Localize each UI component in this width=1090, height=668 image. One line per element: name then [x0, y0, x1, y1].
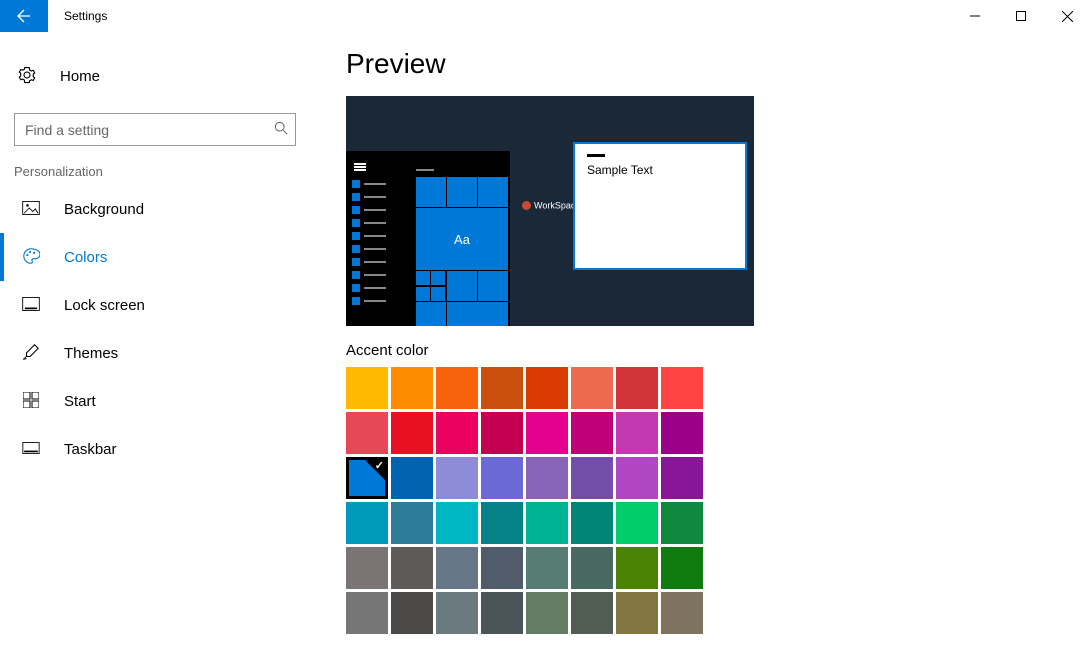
accent-swatch[interactable] — [391, 412, 433, 454]
search-box — [14, 113, 296, 146]
accent-swatch[interactable] — [526, 502, 568, 544]
close-button[interactable] — [1044, 0, 1090, 32]
accent-swatch[interactable] — [481, 412, 523, 454]
accent-swatch[interactable] — [661, 412, 703, 454]
palette-icon — [20, 247, 42, 268]
accent-swatch[interactable] — [346, 502, 388, 544]
sidebar-item-label: Colors — [64, 249, 107, 266]
sidebar-item-label: Taskbar — [64, 441, 117, 458]
start-icon — [20, 392, 42, 411]
sidebar-item-label: Start — [64, 393, 96, 410]
sidebar-item-taskbar[interactable]: Taskbar — [0, 425, 310, 473]
accent-swatch[interactable] — [616, 412, 658, 454]
taskbar-icon — [20, 441, 42, 457]
accent-swatch[interactable] — [526, 547, 568, 589]
arrow-left-icon — [16, 8, 32, 24]
lock-icon — [20, 297, 42, 314]
image-icon — [20, 201, 42, 218]
accent-swatch[interactable] — [661, 592, 703, 634]
accent-swatch[interactable] — [661, 502, 703, 544]
accent-swatch[interactable] — [571, 412, 613, 454]
sidebar-item-themes[interactable]: Themes — [0, 329, 310, 377]
window-controls — [952, 0, 1090, 32]
accent-swatch[interactable] — [571, 457, 613, 499]
accent-swatch[interactable] — [571, 502, 613, 544]
accent-swatch[interactable] — [526, 412, 568, 454]
sidebar-item-label: Lock screen — [64, 297, 145, 314]
accent-swatch[interactable] — [436, 502, 478, 544]
maximize-button[interactable] — [998, 0, 1044, 32]
accent-swatch[interactable] — [436, 412, 478, 454]
sidebar-item-label: Themes — [64, 345, 118, 362]
accent-swatch[interactable] — [481, 547, 523, 589]
accent-swatch[interactable] — [526, 592, 568, 634]
accent-swatch[interactable] — [616, 457, 658, 499]
accent-swatch[interactable] — [391, 547, 433, 589]
accent-swatch[interactable] — [346, 457, 388, 499]
minimize-button[interactable] — [952, 0, 998, 32]
accent-swatch[interactable] — [346, 412, 388, 454]
sidebar-item-start[interactable]: Start — [0, 377, 310, 425]
accent-swatch[interactable] — [346, 547, 388, 589]
accent-swatch[interactable] — [391, 367, 433, 409]
sidebar-item-label: Background — [64, 201, 144, 218]
main-pane: Preview — [310, 32, 1090, 668]
sidebar-item-lock-screen[interactable]: Lock screen — [0, 281, 310, 329]
accent-swatch[interactable] — [436, 367, 478, 409]
back-button[interactable] — [0, 0, 48, 32]
accent-swatch[interactable] — [391, 592, 433, 634]
preview-start-menu: Aa — [346, 151, 510, 326]
accent-swatch[interactable] — [616, 502, 658, 544]
sidebar: Home Personalization Background Colors Loc… — [0, 32, 310, 668]
accent-swatch-grid — [346, 367, 711, 634]
accent-swatch[interactable] — [616, 547, 658, 589]
accent-swatch[interactable] — [661, 547, 703, 589]
accent-swatch[interactable] — [346, 592, 388, 634]
accent-swatch[interactable] — [526, 457, 568, 499]
window-title: Settings — [48, 0, 952, 32]
accent-swatch[interactable] — [391, 457, 433, 499]
accent-swatch[interactable] — [391, 502, 433, 544]
accent-swatch[interactable] — [481, 457, 523, 499]
sidebar-item-colors[interactable]: Colors — [0, 233, 310, 281]
home-nav-item[interactable]: Home — [0, 56, 310, 97]
brush-icon — [20, 343, 42, 364]
accent-swatch[interactable] — [616, 367, 658, 409]
accent-swatch[interactable] — [661, 457, 703, 499]
theme-preview: Aa WorkSpaces Sample Text — [346, 96, 754, 326]
search-input[interactable] — [14, 113, 296, 146]
maximize-icon — [1016, 11, 1026, 21]
page-heading: Preview — [346, 48, 1066, 80]
search-icon — [274, 121, 288, 138]
minimize-icon — [970, 11, 980, 21]
accent-swatch[interactable] — [481, 367, 523, 409]
gear-icon — [16, 66, 38, 87]
titlebar: Settings — [0, 0, 1090, 32]
accent-swatch[interactable] — [481, 502, 523, 544]
accent-color-heading: Accent color — [346, 342, 1066, 359]
accent-swatch[interactable] — [481, 592, 523, 634]
home-label: Home — [60, 68, 100, 85]
section-header: Personalization — [0, 146, 310, 185]
preview-tile-sample: Aa — [416, 208, 508, 270]
accent-swatch[interactable] — [436, 457, 478, 499]
sidebar-item-background[interactable]: Background — [0, 185, 310, 233]
accent-swatch[interactable] — [571, 367, 613, 409]
accent-swatch[interactable] — [571, 547, 613, 589]
accent-swatch[interactable] — [571, 592, 613, 634]
accent-swatch[interactable] — [346, 367, 388, 409]
accent-swatch[interactable] — [526, 367, 568, 409]
preview-sample-window: Sample Text — [573, 142, 747, 270]
accent-swatch[interactable] — [661, 367, 703, 409]
close-icon — [1062, 11, 1073, 22]
accent-swatch[interactable] — [436, 547, 478, 589]
accent-swatch[interactable] — [616, 592, 658, 634]
accent-swatch[interactable] — [436, 592, 478, 634]
